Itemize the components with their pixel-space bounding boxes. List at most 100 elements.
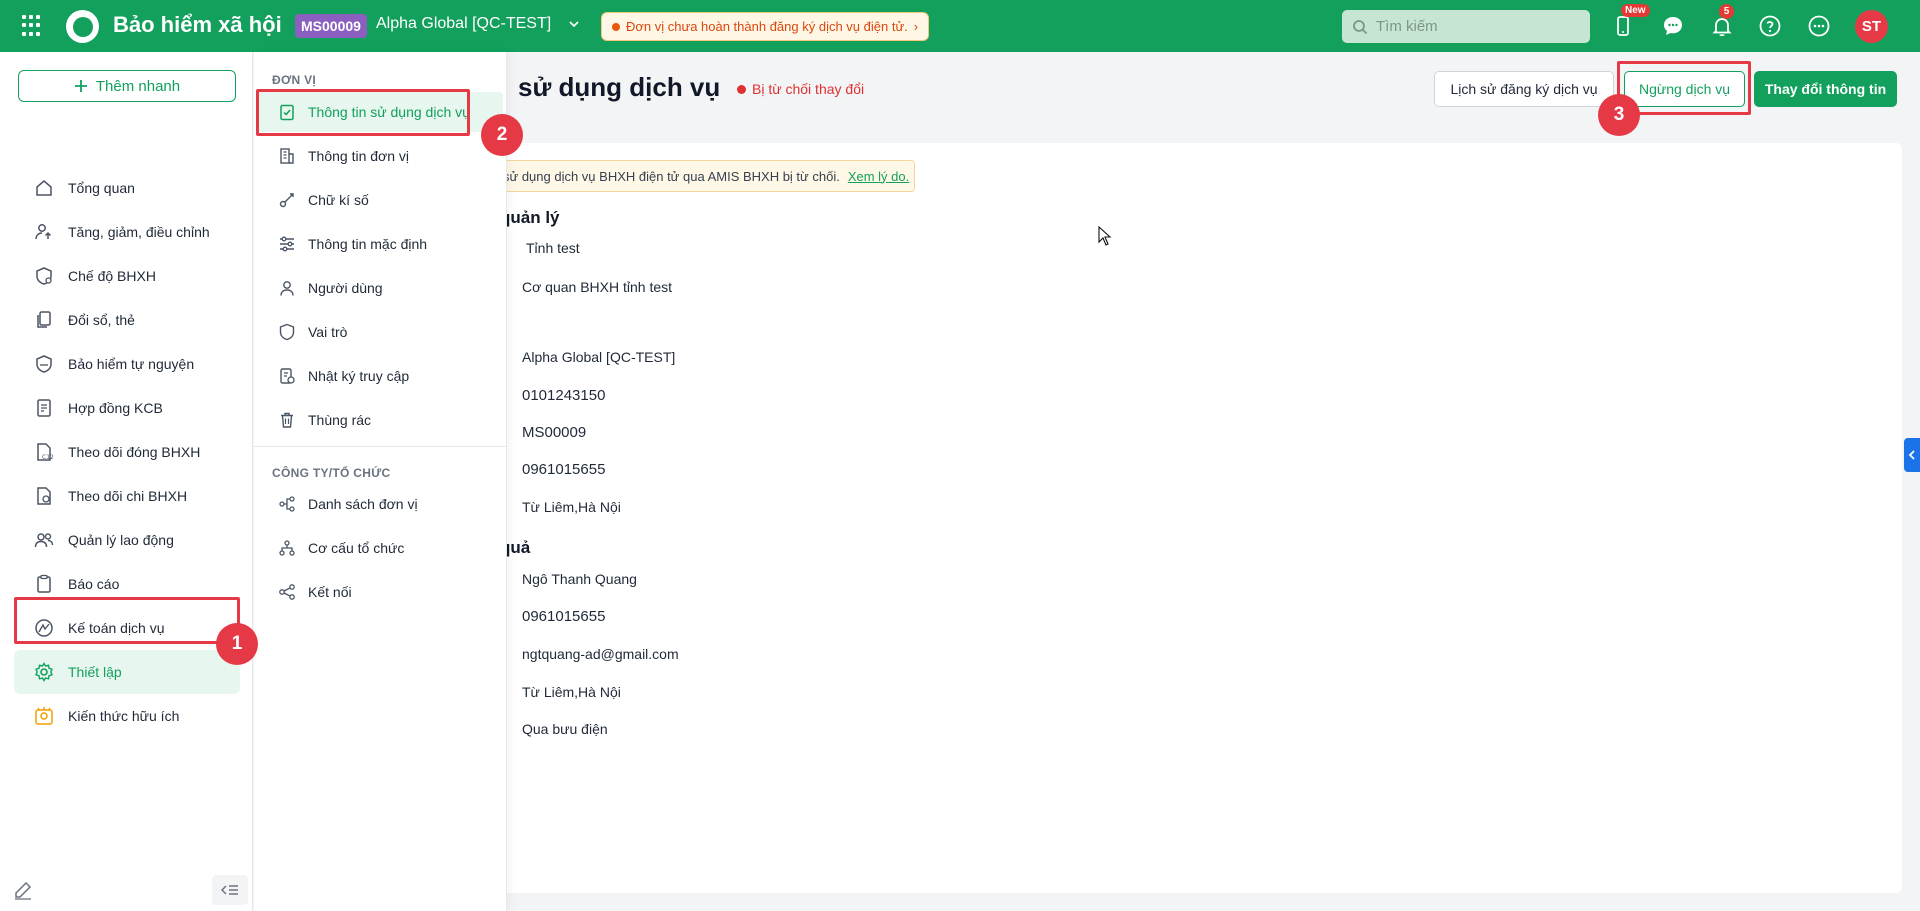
users-icon	[34, 533, 54, 548]
submenu-item-label: Chữ kí số	[308, 192, 369, 208]
user-icon	[280, 281, 294, 296]
sliders-icon	[280, 236, 294, 252]
sidebar-item-knowledge[interactable]: Kiến thức hữu ích	[14, 694, 240, 738]
submenu-item-access-log[interactable]: Nhật ký truy cập	[258, 356, 503, 396]
contract-icon	[37, 399, 51, 417]
submenu-item-users[interactable]: Người dùng	[258, 268, 503, 308]
chevron-down-icon[interactable]	[568, 18, 580, 33]
step-marker-1: 1	[216, 623, 258, 665]
app-title: Bảo hiểm xã hội	[113, 12, 282, 37]
submenu-item-trash[interactable]: Thùng rác	[258, 400, 503, 440]
submenu-item-service-info[interactable]: Thông tin sử dụng dịch vụ	[258, 92, 503, 132]
mouse-cursor-icon	[1098, 226, 1112, 246]
submenu-item-label: Thông tin mặc định	[308, 236, 428, 252]
notification-count: 5	[1719, 4, 1734, 19]
sidebar-item-regime[interactable]: Chế độ BHXH	[14, 254, 240, 298]
registration-alert[interactable]: Đơn vị chưa hoàn thành đăng ký dịch vụ đ…	[601, 12, 930, 41]
submenu-item-label: Thông tin sử dụng dịch vụ	[308, 104, 470, 120]
chevron-left-icon	[1908, 450, 1915, 460]
submenu-section-unit: ĐƠN VỊ	[272, 73, 317, 87]
sidebar-item-label: Tổng quan	[68, 180, 135, 196]
sidebar-item-voluntary[interactable]: Bảo hiểm tự nguyện	[14, 342, 240, 386]
top-bar: Bảo hiểm xã hội MS00009 Alpha Global [QC…	[0, 0, 1920, 52]
search-icon	[1353, 19, 1368, 34]
sidebar-item-adjust[interactable]: Tăng, giảm, điều chỉnh	[14, 210, 240, 254]
field-unit-name: Alpha Global [QC-TEST]	[522, 349, 676, 365]
change-info-button[interactable]: Thay đổi thông tin	[1754, 71, 1897, 107]
unit-name-selector[interactable]: Alpha Global [QC-TEST]	[376, 15, 551, 33]
panel-toggle-tab[interactable]	[1904, 438, 1920, 472]
unit-code-badge[interactable]: MS00009	[295, 14, 367, 38]
step-marker-2: 2	[481, 114, 523, 156]
section-manage-heading: quản lý	[500, 208, 560, 227]
app-logo	[66, 10, 99, 43]
trash-icon	[281, 412, 293, 428]
stop-service-button[interactable]: Ngừng dịch vụ	[1624, 71, 1745, 107]
sidebar-item-contract[interactable]: Hợp đồng KCB	[14, 386, 240, 430]
share-icon	[279, 584, 295, 600]
submenu-item-unit-list[interactable]: Danh sách đơn vị	[258, 484, 503, 524]
doc-money-icon	[37, 487, 51, 505]
sidebar-item-report[interactable]: Báo cáo	[14, 562, 240, 606]
chevron-right-icon: ›	[913, 19, 919, 34]
quick-add-button[interactable]: Thêm nhanh	[18, 70, 236, 102]
home-icon	[36, 180, 52, 196]
submenu-item-label: Thùng rác	[308, 412, 372, 428]
submenu-item-org-structure[interactable]: Cơ cấu tổ chức	[258, 528, 503, 568]
new-badge: New	[1621, 4, 1650, 17]
submenu-item-label: Kết nối	[308, 584, 352, 600]
submenu-item-label: Cơ cấu tổ chức	[308, 540, 405, 556]
plus-icon	[74, 80, 87, 92]
help-icon[interactable]	[1757, 13, 1783, 39]
sidebar-item-labor[interactable]: Quản lý lao động	[14, 518, 240, 562]
user-arrow-icon	[35, 224, 52, 240]
field-agency: Cơ quan BHXH tỉnh test	[522, 279, 673, 295]
svg-text:C12: C12	[42, 454, 54, 461]
submenu-item-connect[interactable]: Kết nối	[258, 572, 503, 612]
quick-add-label: Thêm nhanh	[95, 77, 181, 95]
content-card	[500, 143, 1902, 893]
rejection-notice: sử dụng dịch vụ BHXH điện tử qua AMIS BH…	[500, 160, 915, 192]
sidebar-item-accounting[interactable]: Kế toán dịch vụ	[14, 606, 240, 650]
sidebar-item-label: Theo dõi chi BHXH	[68, 488, 188, 504]
sidebar-item-settings[interactable]: Thiết lập	[14, 650, 240, 694]
field-phone: 0961015655	[522, 461, 606, 478]
cards-icon	[37, 311, 51, 328]
status-dot-icon	[737, 84, 746, 94]
sidebar-item-track-spend[interactable]: Theo dõi chi BHXH	[14, 474, 240, 518]
sidebar-item-label: Kiến thức hữu ích	[68, 708, 180, 724]
search-input[interactable]: Tìm kiếm	[1342, 10, 1590, 43]
page-title: sử dụng dịch vụ	[518, 72, 721, 102]
edit-icon[interactable]	[12, 879, 34, 901]
field-contact-address: Từ Liêm,Hà Nội	[522, 684, 621, 700]
history-button[interactable]: Lịch sử đăng ký dịch vụ	[1434, 71, 1614, 107]
signature-icon	[279, 193, 294, 208]
more-icon[interactable]	[1806, 13, 1832, 39]
app-grid-icon[interactable]	[22, 15, 44, 37]
clipboard-icon	[37, 574, 51, 593]
submenu-item-digital-signature[interactable]: Chữ kí số	[258, 180, 503, 220]
sidebar-item-cards[interactable]: Đổi sổ, thẻ	[14, 298, 240, 342]
field-contact-name: Ngô Thanh Quang	[522, 571, 637, 587]
sidebar: Thêm nhanh Tổng quan Tăng, giảm, điều ch…	[0, 52, 253, 911]
sidebar-item-label: Bảo hiểm tự nguyện	[68, 356, 195, 372]
collapse-sidebar-icon[interactable]	[212, 875, 248, 905]
sidebar-item-label: Thiết lập	[68, 664, 122, 680]
submenu-item-unit-info[interactable]: Thông tin đơn vị	[258, 136, 503, 176]
chart-circle-icon	[35, 619, 53, 637]
sidebar-item-track-payment[interactable]: C12 Theo dõi đóng BHXH	[14, 430, 240, 474]
building-icon	[280, 148, 294, 164]
view-reason-link[interactable]: Xem lý do.	[848, 169, 909, 184]
sidebar-item-label: Đổi sổ, thẻ	[68, 312, 135, 328]
alert-dot-icon	[612, 22, 620, 31]
avatar[interactable]: ST	[1855, 10, 1888, 43]
notice-text: sử dụng dịch vụ BHXH điện tử qua AMIS BH…	[503, 168, 840, 184]
search-placeholder: Tìm kiếm	[1376, 18, 1438, 35]
settings-submenu: ĐƠN VỊ Thông tin sử dụng dịch vụ Thông t…	[254, 52, 507, 911]
chat-icon[interactable]	[1660, 13, 1686, 39]
submenu-item-roles[interactable]: Vai trò	[258, 312, 503, 352]
submenu-item-defaults[interactable]: Thông tin mặc định	[258, 224, 503, 264]
field-contact-email: ngtquang-ad@gmail.com	[522, 646, 679, 662]
submenu-item-label: Vai trò	[308, 324, 348, 340]
sidebar-item-overview[interactable]: Tổng quan	[14, 166, 240, 210]
